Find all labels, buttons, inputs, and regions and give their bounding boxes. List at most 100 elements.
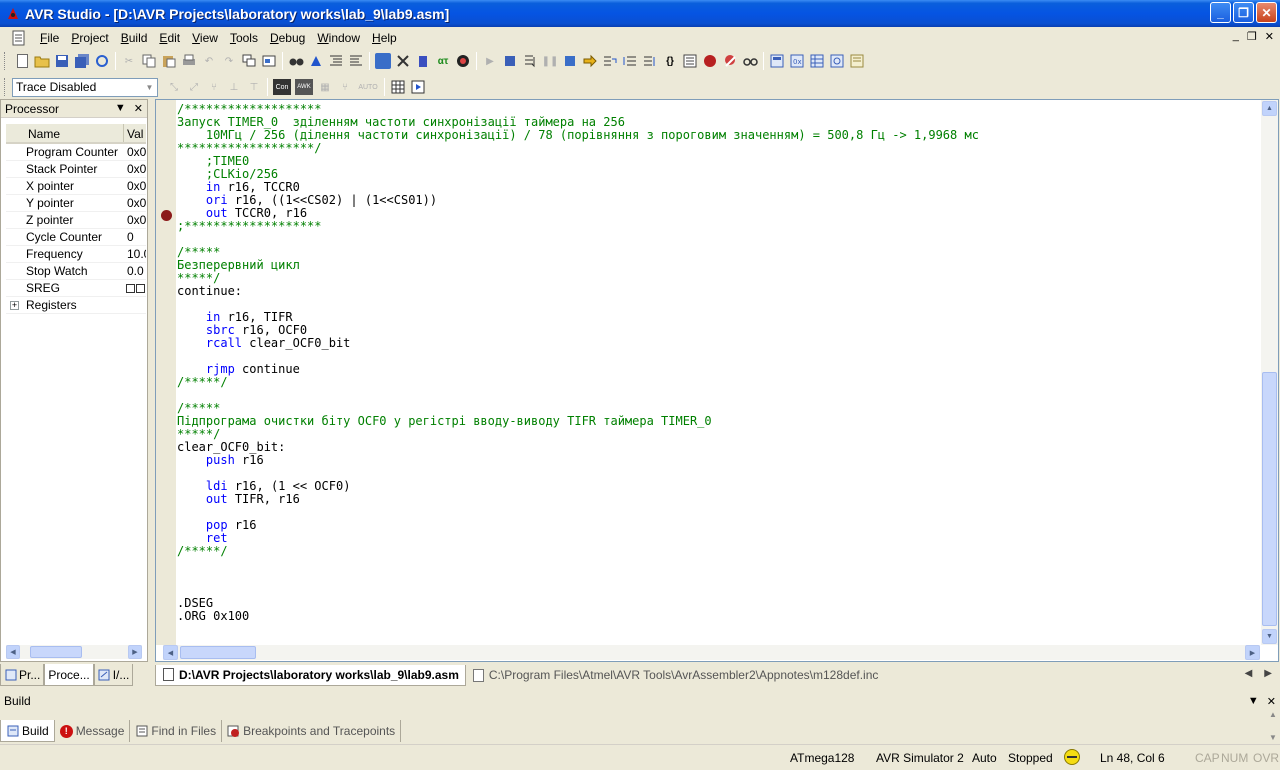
code-line[interactable]: out TIFR, r16 — [177, 493, 1259, 506]
mdi-minimize-button[interactable]: _ — [1233, 30, 1239, 43]
code-line[interactable] — [177, 389, 1259, 402]
tab-io-view[interactable]: I/... — [93, 664, 134, 686]
mdi-restore-button[interactable]: ❐ — [1247, 30, 1257, 43]
step-over-icon[interactable] — [622, 53, 638, 69]
code-line[interactable]: .DSEG — [177, 597, 1259, 610]
code-line[interactable]: ldi r16, (1 << OCF0) — [177, 480, 1259, 493]
code-line[interactable]: *****/ — [177, 272, 1259, 285]
undo-icon[interactable]: ↶ — [201, 53, 217, 69]
code-line[interactable]: /*****/ — [177, 376, 1259, 389]
trace-play-icon[interactable] — [410, 79, 426, 95]
menu-file[interactable]: File — [34, 28, 65, 48]
menu-build[interactable]: Build — [115, 28, 154, 48]
code-line[interactable]: *****/ — [177, 428, 1259, 441]
tab-breakpoints[interactable]: Breakpoints and Tracepoints — [222, 720, 402, 742]
tab-scroll-right-icon[interactable]: ▶ — [1264, 668, 1272, 679]
column-header-name[interactable]: Name — [6, 124, 124, 142]
panel-dropdown-icon[interactable]: ▼ — [1248, 695, 1259, 708]
build-and-run-icon[interactable] — [395, 53, 411, 69]
trace-step-over-icon[interactable]: ⤢ — [186, 79, 202, 95]
table-row[interactable]: Stop Watch 0.0 — [6, 263, 146, 280]
save-icon[interactable] — [54, 53, 70, 69]
table-row[interactable]: Program Counter 0x0 — [6, 144, 146, 161]
scroll-left-icon[interactable]: ◀ — [163, 645, 178, 660]
reset-icon[interactable] — [522, 53, 538, 69]
scroll-thumb[interactable] — [30, 646, 82, 658]
watch-view-icon[interactable] — [829, 53, 845, 69]
editor-gutter[interactable] — [156, 100, 176, 645]
menu-help[interactable]: Help — [366, 28, 403, 48]
scroll-right-icon[interactable]: ▶ — [128, 645, 142, 659]
list-outdent-icon[interactable] — [348, 53, 364, 69]
code-line[interactable]: *******************/ — [177, 142, 1259, 155]
close-button[interactable]: ✕ — [1256, 2, 1277, 23]
toolbar-grip[interactable] — [4, 52, 7, 70]
windows-icon[interactable] — [241, 53, 257, 69]
tab-message[interactable]: ! Message — [55, 720, 131, 742]
toolbar-grip[interactable] — [4, 78, 7, 96]
io-view-icon[interactable]: 0x — [789, 53, 805, 69]
save-all-icon[interactable] — [74, 53, 90, 69]
code-line[interactable] — [177, 298, 1259, 311]
code-line[interactable]: ;CLKio/256 — [177, 168, 1259, 181]
scroll-thumb[interactable] — [180, 646, 256, 659]
trace-branch-icon[interactable]: ⑂ — [206, 79, 222, 95]
show-next-statement-icon[interactable] — [582, 53, 598, 69]
code-line[interactable]: rjmp continue — [177, 363, 1259, 376]
scroll-up-icon[interactable]: ▲ — [1269, 710, 1277, 719]
step-out-icon[interactable] — [642, 53, 658, 69]
breakpoint-icon[interactable] — [161, 210, 172, 221]
table-row[interactable]: + Registers — [6, 297, 146, 314]
trace-filter-icon[interactable]: ⑂ — [337, 79, 353, 95]
table-row[interactable]: Frequency10.0 — [6, 246, 146, 263]
stop-debugging-icon[interactable] — [502, 53, 518, 69]
code-line[interactable] — [177, 233, 1259, 246]
chip-icon[interactable] — [455, 53, 471, 69]
trace-grid-icon[interactable] — [390, 79, 406, 95]
run-icon[interactable]: ▶ — [482, 53, 498, 69]
tab-project[interactable]: Pr... — [0, 664, 45, 686]
code-area[interactable]: /******************* Запуск TIMER_0 зділе… — [177, 103, 1259, 643]
editor-horizontal-scrollbar[interactable]: ◀ ▶ — [163, 645, 1260, 660]
code-line[interactable]: ret — [177, 532, 1259, 545]
table-row[interactable]: Z pointer 0x0 — [6, 212, 146, 229]
processor-view-icon[interactable] — [769, 53, 785, 69]
scroll-right-icon[interactable]: ▶ — [1245, 645, 1260, 660]
scroll-left-icon[interactable]: ◀ — [6, 645, 20, 659]
open-folder-icon[interactable] — [34, 53, 50, 69]
find-icon[interactable] — [288, 53, 304, 69]
copy-icon[interactable] — [141, 53, 157, 69]
quickwatch-icon[interactable] — [742, 53, 758, 69]
run-to-cursor-icon[interactable]: {} — [662, 53, 678, 69]
new-file-icon[interactable] — [14, 53, 30, 69]
awk-icon[interactable]: AWK — [295, 79, 313, 95]
code-line[interactable] — [177, 506, 1259, 519]
mdi-close-button[interactable]: ✕ — [1265, 30, 1274, 43]
redo-icon[interactable]: ↷ — [221, 53, 237, 69]
menu-window[interactable]: Window — [311, 28, 366, 48]
auto-step-icon[interactable] — [682, 53, 698, 69]
list-indent-icon[interactable] — [328, 53, 344, 69]
scroll-up-icon[interactable]: ▲ — [1262, 101, 1277, 116]
column-header-value[interactable]: Val — [124, 124, 146, 142]
assemble-icon[interactable] — [375, 53, 391, 69]
code-line[interactable]: ;TIME0 — [177, 155, 1259, 168]
memory-view-icon[interactable] — [809, 53, 825, 69]
code-line[interactable] — [177, 350, 1259, 363]
step-into-icon[interactable] — [602, 53, 618, 69]
code-line[interactable]: Підпрограма очистки біту OCF0 у регістрі… — [177, 415, 1259, 428]
scroll-down-icon[interactable]: ▼ — [1262, 629, 1277, 644]
scroll-thumb[interactable] — [1262, 372, 1277, 626]
trace-down-icon[interactable]: ⊥ — [226, 79, 242, 95]
trace-step-icon[interactable]: ⤡ — [166, 79, 182, 95]
document-icon[interactable] — [12, 30, 28, 46]
table-row[interactable]: Stack Pointer 0x0 — [6, 161, 146, 178]
avr-app-icon[interactable] — [5, 6, 21, 22]
find-in-files-icon[interactable] — [308, 53, 324, 69]
battery-icon[interactable] — [415, 53, 431, 69]
processor-horizontal-scrollbar[interactable]: ◀ ▶ — [6, 645, 142, 659]
table-row[interactable]: X pointer 0x0 — [6, 178, 146, 195]
tab-processor[interactable]: Proce... — [44, 664, 94, 686]
menu-edit[interactable]: Edit — [153, 28, 186, 48]
code-line[interactable] — [177, 584, 1259, 597]
